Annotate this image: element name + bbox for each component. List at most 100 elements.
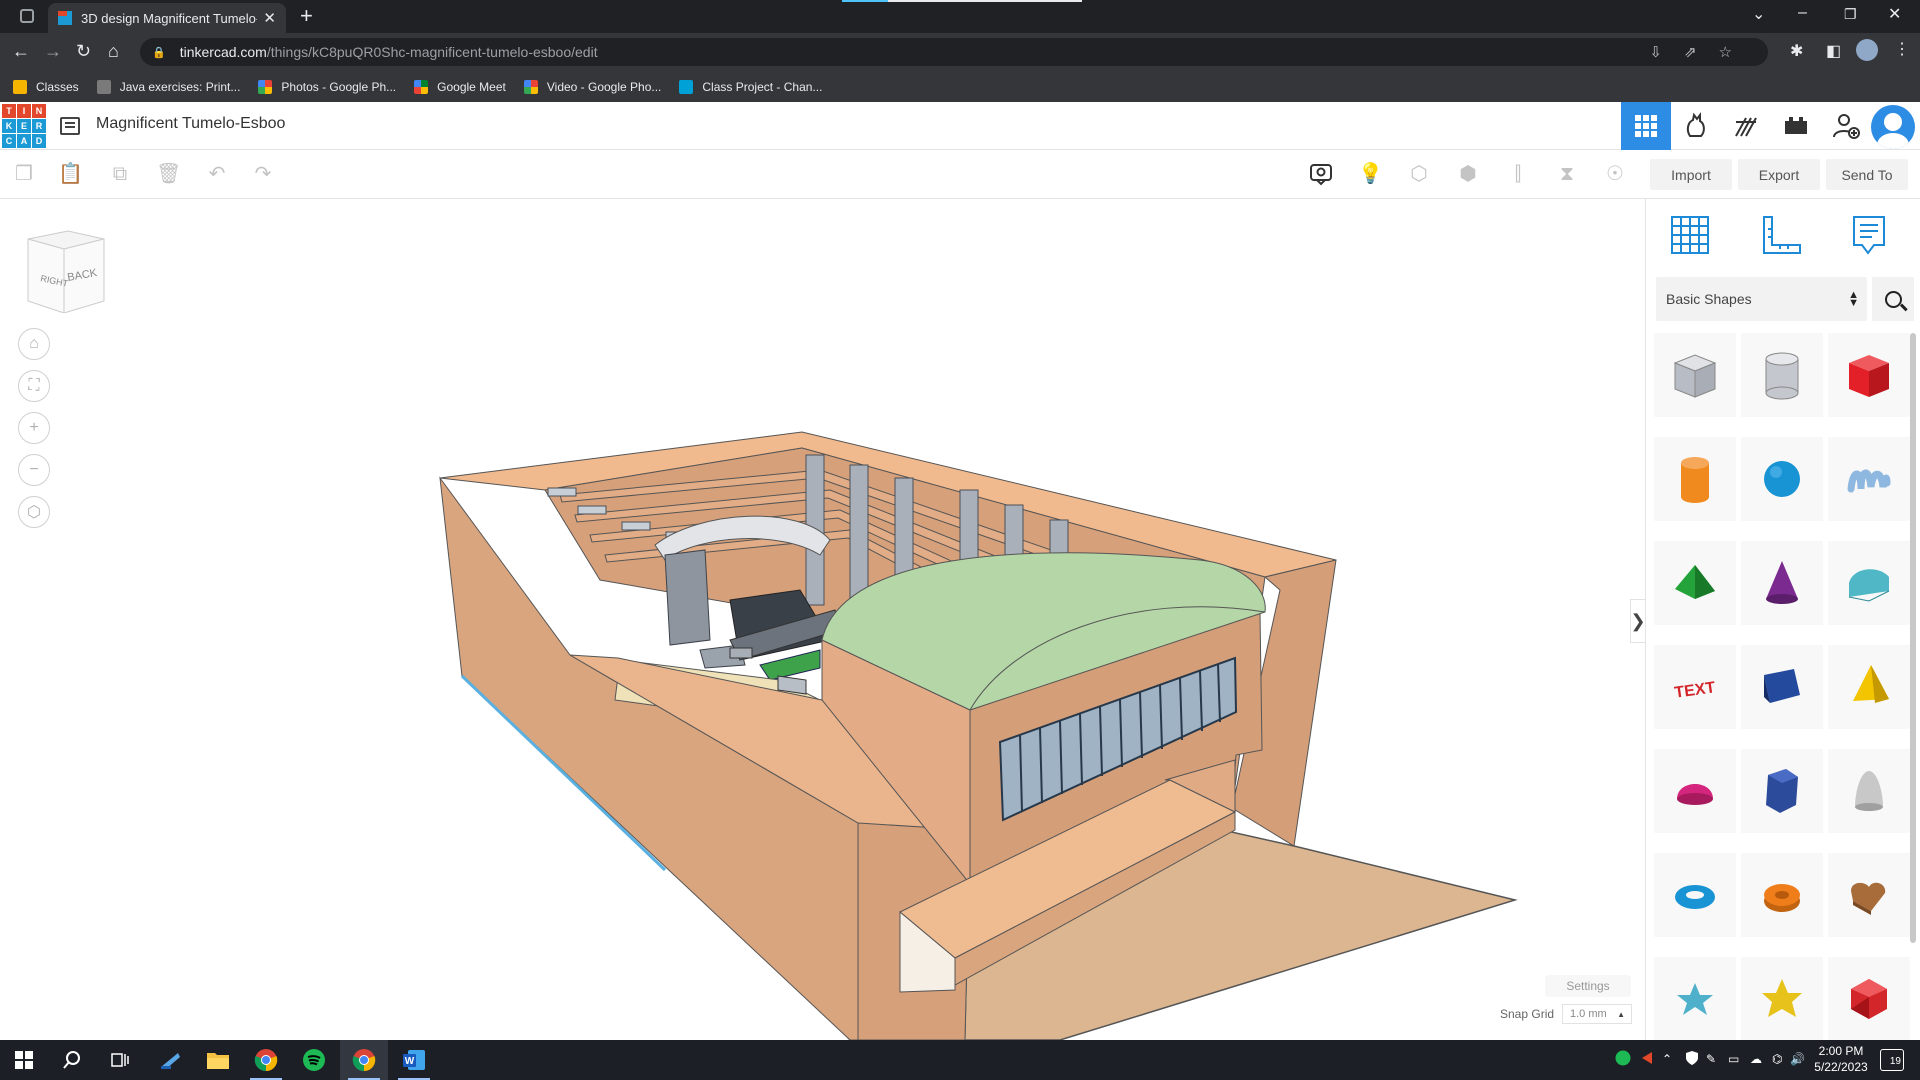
- add-user-icon[interactable]: [1821, 102, 1871, 150]
- panel-scrollbar[interactable]: [1910, 333, 1916, 943]
- browser-menu-icon[interactable]: ⋮: [1894, 39, 1910, 59]
- shape-polygon[interactable]: [1741, 749, 1823, 833]
- notes-panel-icon[interactable]: [1846, 213, 1894, 259]
- shape-cylinder[interactable]: [1654, 437, 1736, 521]
- delete-icon[interactable]: 🗑: [156, 162, 181, 186]
- ungroup-icon[interactable]: ⬢: [1456, 162, 1480, 186]
- light-bulb-icon[interactable]: 💡: [1358, 162, 1383, 186]
- shape-box[interactable]: [1828, 333, 1910, 417]
- mirror-icon[interactable]: ⧗: [1555, 162, 1579, 186]
- shape-torus[interactable]: [1654, 853, 1736, 937]
- taskbar-clock[interactable]: 2:00 PM 5/22/2023: [1806, 1043, 1876, 1075]
- design-list-icon[interactable]: [60, 117, 80, 135]
- pen-tray-icon[interactable]: ✎: [1706, 1052, 1716, 1066]
- shape-pyramid[interactable]: [1828, 645, 1910, 729]
- shape-tube[interactable]: [1741, 853, 1823, 937]
- edge-beta-icon[interactable]: [146, 1040, 194, 1080]
- paste-icon[interactable]: 📋: [58, 162, 83, 186]
- 3d-design-view-icon[interactable]: [1621, 102, 1671, 150]
- cruise-icon[interactable]: ☉: [1603, 162, 1627, 186]
- bookmark-item[interactable]: Java exercises: Print...: [96, 79, 240, 94]
- new-tab-icon[interactable]: +: [300, 5, 313, 27]
- shape-round-roof[interactable]: [1828, 541, 1910, 625]
- network-icon[interactable]: ⌬: [1772, 1052, 1782, 1066]
- send-to-button[interactable]: Send To: [1826, 159, 1908, 190]
- spotify-icon[interactable]: [290, 1040, 338, 1080]
- notes-icon[interactable]: [1309, 162, 1333, 186]
- windows-start-icon[interactable]: [0, 1040, 48, 1080]
- tab-close-icon[interactable]: ✕: [263, 9, 276, 27]
- file-explorer-icon[interactable]: [194, 1040, 242, 1080]
- notification-center-icon[interactable]: 19: [1880, 1049, 1904, 1071]
- shape-sphere[interactable]: [1741, 437, 1823, 521]
- group-icon[interactable]: ⬡: [1407, 162, 1431, 186]
- user-avatar[interactable]: [1871, 105, 1915, 149]
- shape-scribble[interactable]: [1828, 437, 1910, 521]
- restore-icon[interactable]: ❐: [1844, 6, 1857, 23]
- task-view-icon[interactable]: [96, 1040, 144, 1080]
- bookmark-item[interactable]: Video - Google Pho...: [523, 79, 661, 94]
- security-tray-icon[interactable]: [1684, 1050, 1700, 1069]
- panel-collapse-chevron-icon[interactable]: ❯: [1630, 599, 1646, 643]
- bookmark-item[interactable]: Google Meet: [414, 79, 506, 94]
- settings-button[interactable]: Settings: [1545, 975, 1631, 997]
- ruler-icon[interactable]: [1758, 213, 1806, 259]
- duplicate-icon[interactable]: ⧉: [108, 162, 132, 186]
- sim-lab-icon[interactable]: [1771, 102, 1821, 150]
- reload-icon[interactable]: ↻: [76, 41, 91, 61]
- close-window-icon[interactable]: ✕: [1888, 4, 1901, 24]
- redo-icon[interactable]: ↷: [251, 162, 275, 186]
- tab-list-chevron-icon[interactable]: ⌄: [1752, 4, 1765, 24]
- bookmark-item[interactable]: Photos - Google Ph...: [258, 79, 396, 94]
- shape-heart[interactable]: [1828, 853, 1910, 937]
- shape-library-select[interactable]: Basic Shapes ▲ ▼: [1656, 277, 1867, 321]
- tray-app-icon[interactable]: [1640, 1050, 1654, 1069]
- onedrive-icon[interactable]: ☁: [1750, 1052, 1762, 1066]
- tinkercad-logo[interactable]: TIN KER CAD: [2, 104, 46, 148]
- copy-icon[interactable]: ❐: [12, 162, 36, 186]
- browser-tab[interactable]: 3D design Magnificent Tumelo-E ✕: [48, 3, 286, 33]
- word-icon[interactable]: W: [390, 1040, 438, 1080]
- workplane-grid-icon[interactable]: [1668, 213, 1716, 259]
- undo-icon[interactable]: ↶: [205, 162, 229, 186]
- shape-star-gold[interactable]: [1741, 957, 1823, 1040]
- omnibox-actions[interactable]: ⇩⇗☆: [1649, 43, 1754, 61]
- shape-cylinder-hole[interactable]: [1741, 333, 1823, 417]
- snap-grid-select[interactable]: 1.0 mm ▲: [1562, 1004, 1632, 1024]
- shape-half-cylinder[interactable]: [1741, 645, 1823, 729]
- back-icon[interactable]: ←: [12, 41, 30, 61]
- workplane[interactable]: RIGHT BACK ⌂ ⛶ + − ⬡ ❯ Settings Snap Gri…: [0, 199, 1646, 1040]
- shape-icosahedron[interactable]: [1828, 957, 1910, 1040]
- export-button[interactable]: Export: [1738, 159, 1820, 190]
- bricks-icon[interactable]: [1721, 102, 1771, 150]
- align-icon[interactable]: ⫿: [1506, 162, 1530, 186]
- volume-icon[interactable]: 🔊: [1790, 1052, 1805, 1066]
- 3d-model-canvas[interactable]: [0, 199, 1640, 1040]
- shape-cone[interactable]: [1741, 541, 1823, 625]
- show-hidden-icons-chevron-icon[interactable]: ⌃: [1662, 1052, 1672, 1066]
- shape-roof[interactable]: [1654, 541, 1736, 625]
- design-title[interactable]: Magnificent Tumelo-Esboo: [96, 115, 285, 133]
- minimize-icon[interactable]: –: [1798, 4, 1807, 22]
- shape-paraboloid[interactable]: [1828, 749, 1910, 833]
- forward-icon[interactable]: →: [44, 41, 62, 61]
- profile-avatar[interactable]: [1856, 39, 1878, 61]
- import-button[interactable]: Import: [1650, 159, 1732, 190]
- blocks-icon[interactable]: [1671, 102, 1721, 150]
- extensions-icon[interactable]: ✱: [1790, 41, 1803, 61]
- shape-half-sphere[interactable]: [1654, 749, 1736, 833]
- tab-search-icon[interactable]: [20, 9, 34, 23]
- chrome-icon[interactable]: [242, 1040, 290, 1080]
- shape-text[interactable]: TEXT: [1654, 645, 1736, 729]
- search-shapes-button[interactable]: [1872, 277, 1914, 321]
- shape-star[interactable]: [1654, 957, 1736, 1040]
- bookmark-item[interactable]: Class Project - Chan...: [679, 79, 822, 94]
- side-panel-icon[interactable]: ◧: [1826, 41, 1841, 61]
- spotify-tray-icon[interactable]: [1615, 1050, 1631, 1069]
- chrome-profile-icon[interactable]: [340, 1040, 388, 1080]
- home-icon[interactable]: ⌂: [108, 41, 119, 61]
- shape-box-hole[interactable]: [1654, 333, 1736, 417]
- address-bar[interactable]: 🔒 tinkercad.com/things/kC8puQR0Shc-magni…: [140, 38, 1768, 66]
- search-taskbar-icon[interactable]: [48, 1040, 96, 1080]
- bookmark-item[interactable]: Classes: [13, 79, 79, 94]
